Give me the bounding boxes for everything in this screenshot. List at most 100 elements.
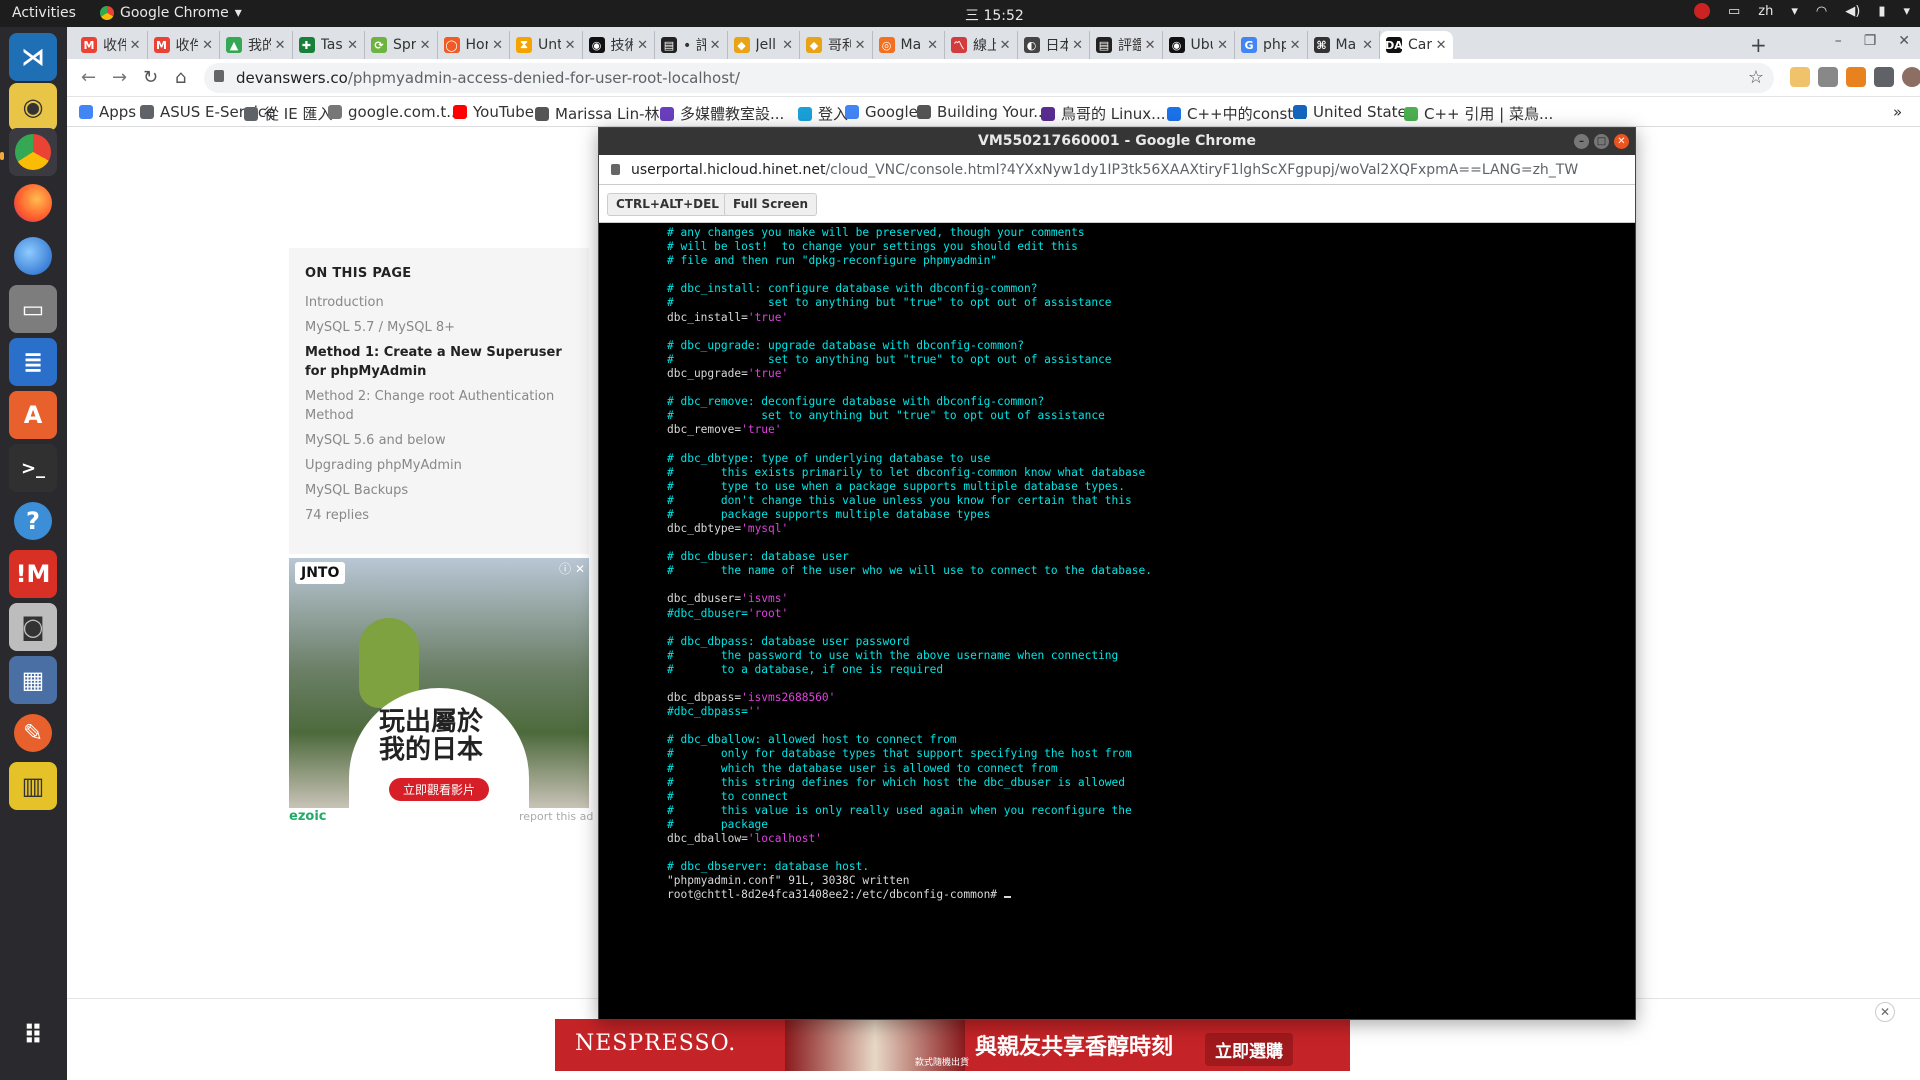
browser-tab[interactable]: 〽線上 ✕	[945, 31, 1018, 59]
impress-icon[interactable]: !M	[9, 550, 57, 598]
close-icon[interactable]: ✕	[1898, 33, 1910, 49]
browser-tab[interactable]: ◎ Ma ✕	[873, 31, 945, 59]
browser-tab[interactable]: ◯ Hor ✕	[438, 31, 510, 59]
toc-link[interactable]: Method 1: Create a New Superuser for php…	[305, 343, 573, 381]
forward-arrow-icon[interactable]: →	[112, 67, 127, 88]
firefox-icon[interactable]	[9, 179, 57, 227]
nespresso-ad[interactable]: NESPRESSO. 與親友共享香醇時刻 款式隨機出貨 立即選購	[555, 1019, 1350, 1071]
tab-close-icon[interactable]: ✕	[782, 38, 793, 53]
show-applications-icon[interactable]: ⠿	[9, 1012, 57, 1060]
browser-tab[interactable]: ◉ 技術✕	[583, 31, 655, 59]
full-screen-button[interactable]: Full Screen	[724, 193, 818, 216]
popup-title-bar[interactable]: VM550217660001 - Google Chrome – □ ✕	[599, 128, 1635, 155]
avatar[interactable]	[1902, 67, 1920, 87]
extension-icon[interactable]	[1790, 67, 1810, 87]
bookmark-item[interactable]: YouTube	[453, 103, 534, 121]
inkscape-icon[interactable]: ✎	[9, 709, 57, 757]
close-ad-icon[interactable]: ✕	[1875, 1002, 1895, 1022]
bookmarks-overflow-icon[interactable]: »	[1893, 103, 1902, 121]
bookmark-item[interactable]: Google	[845, 103, 918, 121]
minimize-icon[interactable]: –	[1574, 134, 1589, 149]
vnc-terminal[interactable]: # any changes you make will be preserved…	[599, 223, 1635, 1019]
bookmark-item[interactable]: Marissa Lin-林...	[535, 103, 674, 124]
toc-link[interactable]: Method 2: Change root Authentication Met…	[305, 387, 573, 425]
tab-close-icon[interactable]: ✕	[1072, 38, 1083, 53]
tab-active[interactable]: DA Car ✕	[1380, 31, 1453, 59]
clock[interactable]: 三 15:52	[965, 5, 1024, 25]
tab-close-icon[interactable]: ✕	[275, 38, 286, 53]
ad-cta-button[interactable]: 立即選購	[1205, 1033, 1293, 1066]
ezoic-logo[interactable]: ezoic	[289, 809, 326, 824]
home-icon[interactable]: ⌂	[175, 67, 186, 88]
window-icon[interactable]: ▭	[1728, 4, 1740, 19]
bookmark-item[interactable]: C++ 引用 | 菜鳥...	[1404, 103, 1553, 124]
bookmark-star-icon[interactable]: ☆	[1748, 67, 1764, 88]
toc-link[interactable]: MySQL 5.6 and below	[305, 431, 573, 450]
tab-close-icon[interactable]: ✕	[1145, 38, 1156, 53]
tab-close-icon[interactable]: ✕	[1000, 38, 1011, 53]
package-icon[interactable]: ▦	[9, 656, 57, 704]
bookmark-item[interactable]: United States	[1293, 103, 1415, 121]
wifi-icon[interactable]: ◠	[1816, 4, 1827, 19]
browser-tab[interactable]: ◐ 日本✕	[1018, 31, 1090, 59]
bookmark-item[interactable]: C++中的const...	[1167, 103, 1308, 124]
archive-icon[interactable]: ▥	[9, 762, 57, 810]
terminal-icon[interactable]: >_	[9, 444, 57, 492]
tab-close-icon[interactable]: ✕	[1436, 38, 1447, 53]
bookmark-item[interactable]: 登入	[798, 103, 848, 124]
reload-icon[interactable]: ↻	[143, 67, 158, 88]
toc-link[interactable]: Introduction	[305, 293, 573, 312]
puzzle-icon[interactable]	[1874, 67, 1894, 87]
lock-icon[interactable]	[214, 70, 224, 82]
camera-icon[interactable]: ◙	[9, 603, 57, 651]
writer-icon[interactable]: ≣	[9, 338, 57, 386]
tab-close-icon[interactable]: ✕	[492, 38, 503, 53]
tab-close-icon[interactable]: ✕	[710, 38, 721, 53]
browser-tab[interactable]: M收件✕	[75, 31, 148, 59]
tab-close-icon[interactable]: ✕	[1217, 38, 1228, 53]
browser-tab[interactable]: ◆ Jell ✕	[728, 31, 800, 59]
tab-close-icon[interactable]: ✕	[855, 38, 866, 53]
system-tray[interactable]: ▭ zh ▾ ◠ ◀) ▮ ▾	[1693, 3, 1910, 19]
vscode-icon[interactable]: ⋊	[9, 33, 57, 81]
bookmark-item[interactable]: Building Your...	[917, 103, 1048, 121]
maximize-icon[interactable]: □	[1594, 134, 1609, 149]
chrome-icon[interactable]	[9, 128, 57, 176]
browser-tab[interactable]: M收件✕	[148, 31, 220, 59]
popup-url-bar[interactable]: userportal.hicloud.hinet.net/cloud_VNC/c…	[599, 155, 1635, 185]
bookmark-item[interactable]: 多媒體教室設...	[660, 103, 784, 124]
language-indicator[interactable]: zh	[1758, 4, 1773, 19]
tab-close-icon[interactable]: ✕	[130, 38, 141, 53]
lock-icon[interactable]	[611, 164, 620, 175]
battery-icon[interactable]: ▮	[1878, 4, 1885, 19]
help-icon[interactable]: ?	[9, 497, 57, 545]
tab-close-icon[interactable]: ✕	[202, 38, 213, 53]
tab-close-icon[interactable]: ✕	[420, 38, 431, 53]
browser-tab[interactable]: ✚ Tas ✕	[293, 31, 365, 59]
files-icon[interactable]: ▭	[9, 285, 57, 333]
new-tab-button[interactable]: +	[1750, 33, 1767, 57]
toc-link[interactable]: 74 replies	[305, 506, 573, 525]
browser-tab[interactable]: ⌘ Ma ✕	[1308, 31, 1380, 59]
app-menu[interactable]: Google Chrome ▾	[100, 5, 242, 21]
tab-close-icon[interactable]: ✕	[1290, 38, 1301, 53]
eyedropper-icon[interactable]	[1818, 67, 1838, 87]
tab-close-icon[interactable]: ✕	[927, 38, 938, 53]
report-ad-link[interactable]: report this ad	[519, 810, 593, 823]
close-icon[interactable]: ✕	[1614, 134, 1629, 149]
toc-link[interactable]: Upgrading phpMyAdmin	[305, 456, 573, 475]
thunderbird-icon[interactable]	[9, 232, 57, 280]
metamask-icon[interactable]	[1846, 67, 1866, 87]
browser-tab[interactable]: ◆ 哥利 ✕	[800, 31, 873, 59]
address-bar[interactable]: devanswers.co/phpmyadmin-access-denied-f…	[204, 63, 1774, 93]
tab-close-icon[interactable]: ✕	[637, 38, 648, 53]
volume-icon[interactable]: ◀)	[1845, 4, 1860, 19]
bookmark-item[interactable]: Apps	[79, 103, 136, 121]
bookmark-item[interactable]: google.com.t...	[328, 103, 461, 121]
bookmark-item[interactable]: 從 IE 匯入	[244, 103, 332, 124]
bookmark-item[interactable]: 鳥哥的 Linux...	[1041, 103, 1166, 124]
activities-button[interactable]: Activities	[12, 5, 76, 21]
browser-tab[interactable]: ⧗ Unt ✕	[510, 31, 583, 59]
back-arrow-icon[interactable]: ←	[81, 67, 96, 88]
tab-close-icon[interactable]: ✕	[1362, 38, 1373, 53]
